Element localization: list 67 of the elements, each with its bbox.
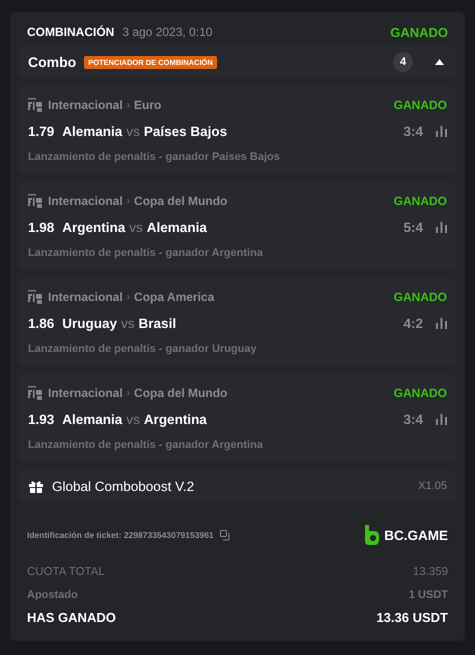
- match-score: 3:4: [403, 412, 423, 426]
- selection-count: 4: [393, 52, 413, 72]
- away-team: Argentina: [144, 412, 207, 426]
- match-status: GANADO: [394, 194, 447, 208]
- bet-date: 3 ago 2023, 0:10: [122, 25, 212, 39]
- category-label: Internacional: [48, 290, 123, 304]
- boost-name: Global Comboboost V.2: [52, 478, 194, 494]
- match-status: GANADO: [394, 386, 447, 400]
- summary-value: 13.359: [412, 566, 448, 578]
- summary-value: 13.36 USDT: [376, 610, 448, 625]
- combo-label: Combo: [28, 54, 76, 70]
- stats-icon[interactable]: [436, 414, 447, 424]
- brand-name: BC.GAME: [384, 528, 448, 542]
- home-team: Uruguay: [62, 316, 118, 330]
- copy-icon[interactable]: [220, 530, 231, 540]
- stats-icon[interactable]: [436, 126, 447, 136]
- away-team: Alemania: [146, 220, 207, 234]
- match-status: GANADO: [394, 290, 447, 304]
- bet-status: GANADO: [390, 24, 448, 40]
- odds-value: 1.79: [28, 124, 54, 138]
- game-logo-icon: [28, 98, 43, 112]
- breadcrumb-separator: ›: [126, 196, 130, 206]
- bet-type-title: COMBINACIÓN: [27, 25, 114, 39]
- match-score: 5:4: [403, 220, 423, 234]
- brand-logo-icon: [365, 525, 380, 545]
- summary-label: HAS GANADO: [27, 610, 116, 625]
- breadcrumb-separator: ›: [126, 388, 130, 398]
- away-team: Brasil: [138, 316, 176, 330]
- game-logo-icon: [28, 386, 43, 400]
- game-logo-icon: [28, 194, 43, 208]
- breadcrumb-separator: ›: [126, 100, 130, 110]
- odds-value: 1.93: [28, 412, 54, 426]
- league-label: Copa del Mundo: [134, 386, 228, 400]
- summary-value: 1 USDT: [408, 588, 448, 600]
- odds-value: 1.98: [28, 220, 54, 234]
- market-description: Lanzamiento de penaltis - ganador Uruguay: [28, 343, 258, 355]
- league-label: Copa America: [134, 290, 214, 304]
- league-label: Copa del Mundo: [134, 194, 228, 208]
- summary-label: CUOTA TOTAL: [27, 566, 105, 578]
- market-description: Lanzamiento de penaltis - ganador Argentina: [28, 439, 264, 451]
- home-team: Alemania: [62, 412, 122, 426]
- match-score: 3:4: [403, 124, 423, 138]
- category-label: Internacional: [48, 194, 123, 208]
- summary-label: Apostado: [27, 588, 78, 600]
- versus-label: vs: [126, 412, 140, 426]
- category-label: Internacional: [48, 386, 123, 400]
- stats-icon[interactable]: [436, 222, 447, 232]
- market-description: Lanzamiento de penaltis - ganador Argentina: [28, 247, 264, 259]
- away-team: Países Bajos: [144, 124, 228, 138]
- versus-label: vs: [121, 316, 135, 330]
- caret-icon[interactable]: [435, 59, 444, 65]
- home-team: Argentina: [62, 220, 126, 234]
- ticket-id: Identificación de ticket: 2298733543079153961: [27, 530, 214, 540]
- versus-label: vs: [126, 124, 140, 138]
- match-status: GANADO: [394, 98, 447, 112]
- league-label: Euro: [134, 98, 162, 112]
- versus-label: vs: [129, 220, 143, 234]
- game-logo-icon: [28, 290, 43, 304]
- market-description: Lanzamiento de penaltis - ganador Países Bajos: [28, 151, 281, 163]
- breadcrumb-separator: ›: [126, 292, 130, 302]
- home-team: Alemania: [62, 124, 122, 138]
- gift-icon: [29, 480, 43, 492]
- match-score: 4:2: [403, 316, 423, 330]
- category-label: Internacional: [48, 98, 123, 112]
- boost-multiplier: X1.05: [418, 480, 447, 492]
- stats-icon[interactable]: [436, 318, 447, 328]
- odds-value: 1.86: [28, 316, 54, 330]
